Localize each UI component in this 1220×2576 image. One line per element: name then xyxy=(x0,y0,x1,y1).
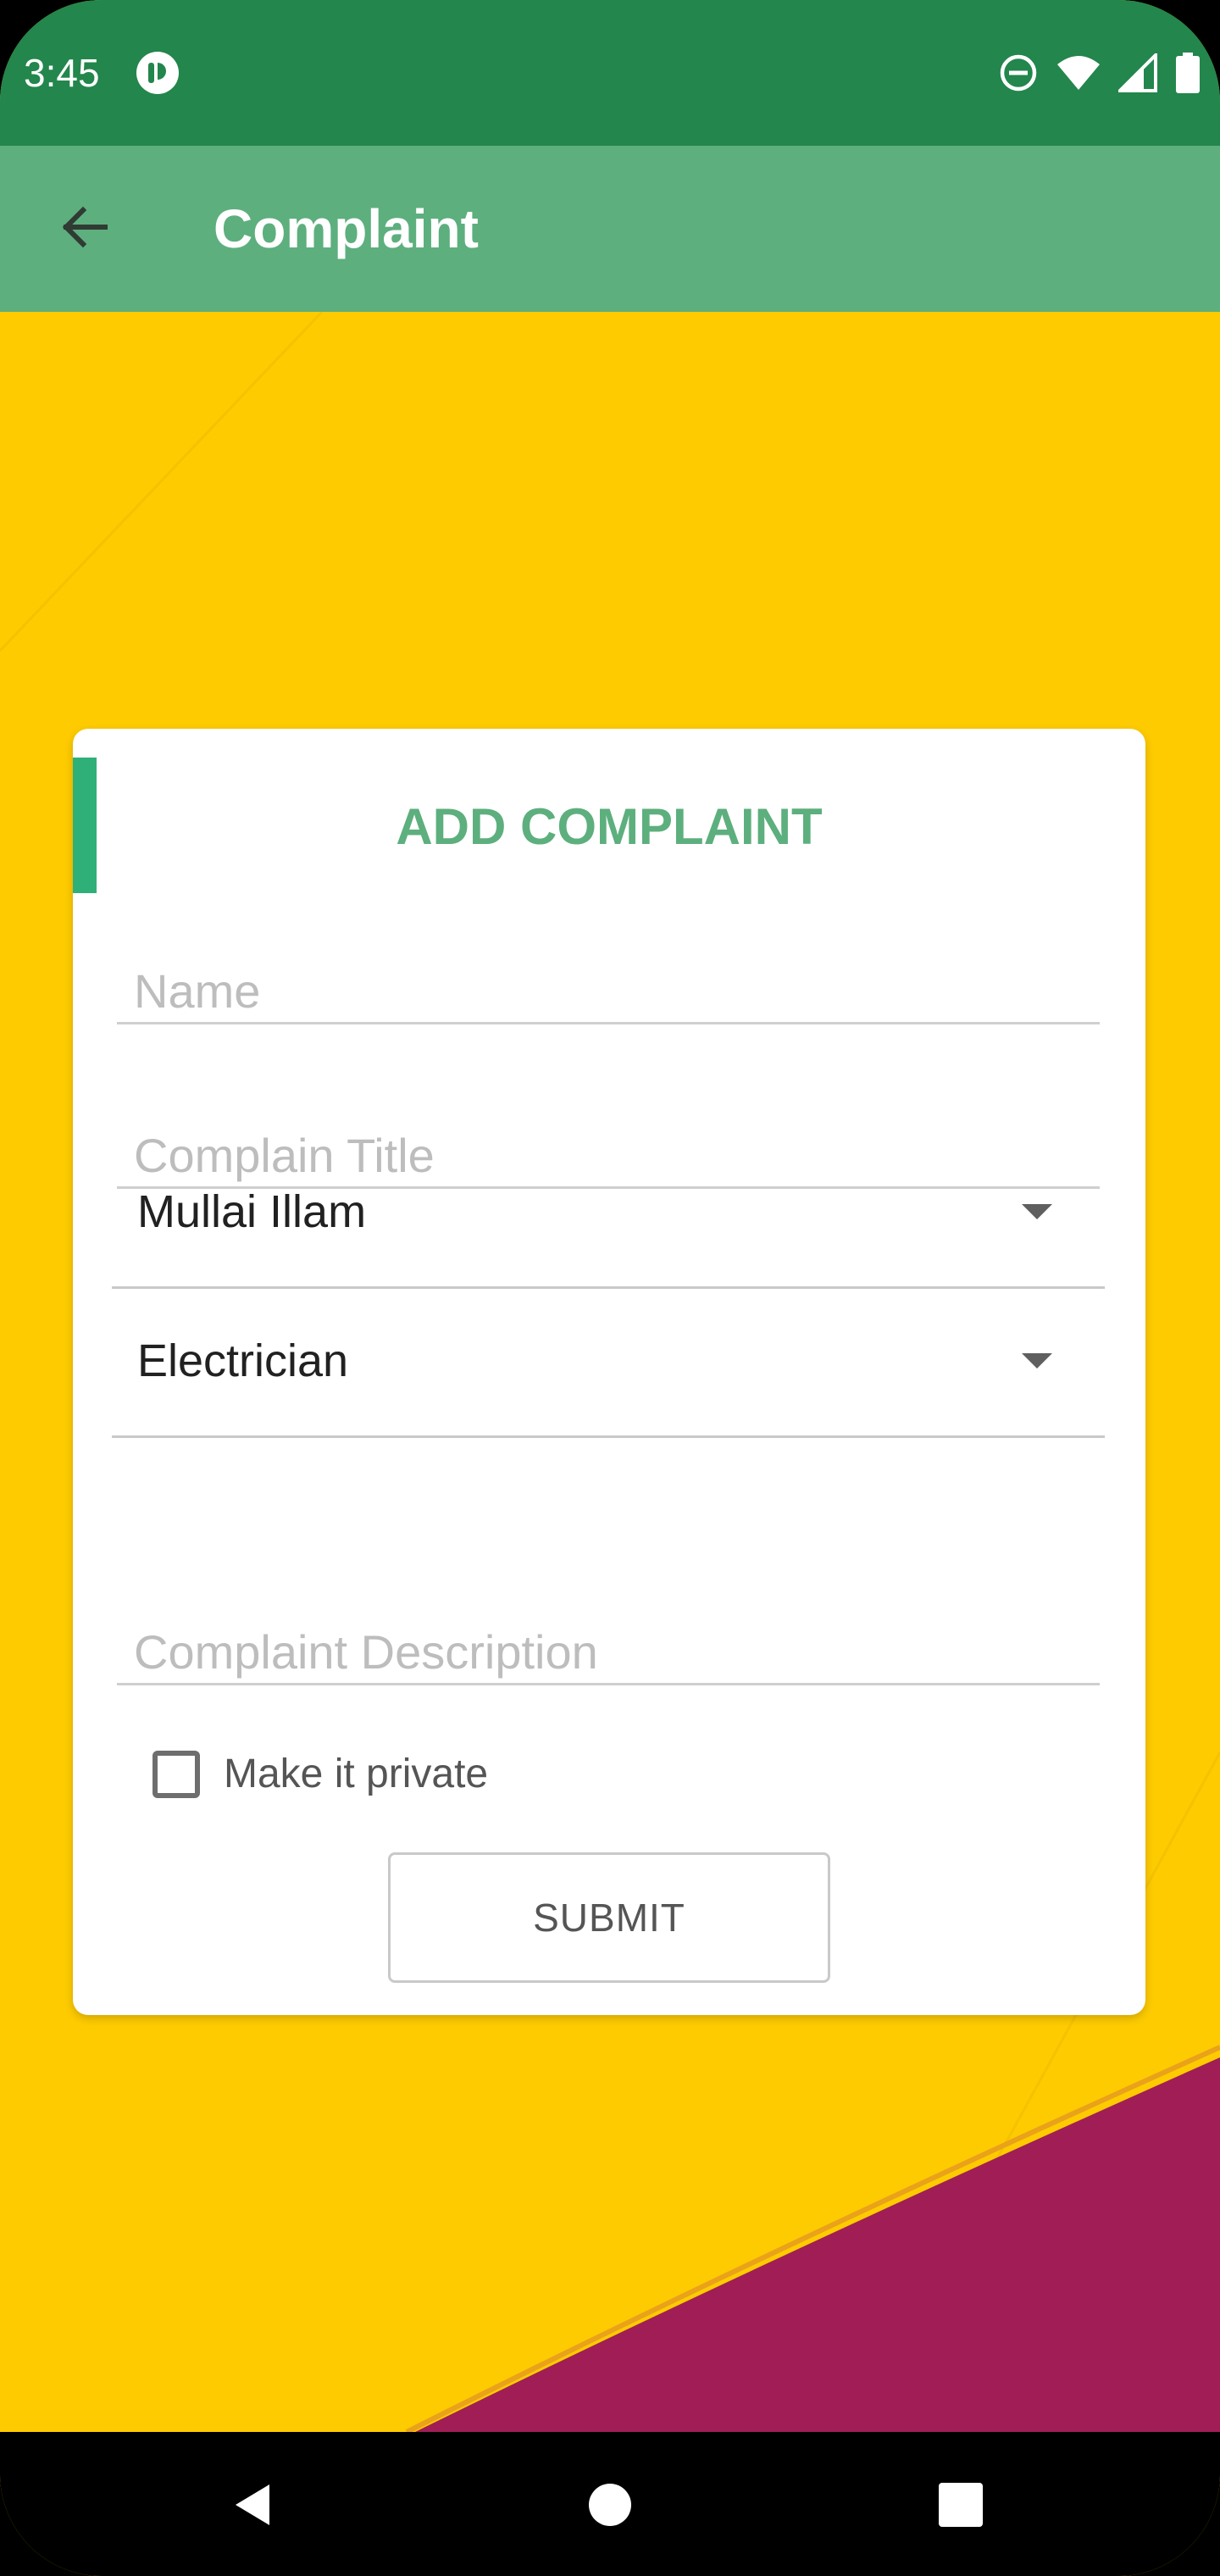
arrow-back-icon xyxy=(58,200,112,258)
submit-button[interactable]: SUBMIT xyxy=(388,1852,830,1983)
nav-back-button[interactable] xyxy=(214,2466,295,2547)
home-circle-icon xyxy=(586,2481,634,2533)
complaint-description-field xyxy=(117,1622,1100,1685)
status-time: 3:45 xyxy=(24,51,100,95)
app-bar: Complaint xyxy=(0,146,1220,312)
private-checkbox-row[interactable]: Make it private xyxy=(152,1744,488,1805)
back-button[interactable] xyxy=(44,188,125,269)
add-complaint-card: ADD COMPLAINT Mullai Illam Electrician M… xyxy=(73,729,1145,2015)
page-title: Complaint xyxy=(214,198,479,259)
private-checkbox-label: Make it private xyxy=(224,1752,489,1796)
recents-square-icon xyxy=(937,2481,984,2533)
wifi-icon xyxy=(1057,54,1100,92)
dropdown-arrow-icon xyxy=(1022,1204,1052,1219)
do-not-disturb-icon xyxy=(998,53,1039,93)
nav-recents-button[interactable] xyxy=(920,2466,1001,2547)
app-notification-icon xyxy=(136,51,180,95)
category-dropdown-value: Electrician xyxy=(137,1335,349,1386)
status-bar: 3:45 xyxy=(0,0,1220,146)
navigation-bar xyxy=(0,2432,1220,2576)
card-title: ADD COMPLAINT xyxy=(396,798,823,855)
dropdown-arrow-icon xyxy=(1022,1353,1052,1368)
private-checkbox[interactable] xyxy=(152,1751,200,1798)
location-dropdown-value: Mullai Illam xyxy=(137,1186,367,1237)
cellular-signal-icon xyxy=(1118,53,1157,92)
name-field xyxy=(117,961,1100,1024)
complaint-description-input[interactable] xyxy=(117,1622,1100,1683)
battery-icon xyxy=(1176,53,1200,93)
category-dropdown[interactable]: Electrician xyxy=(112,1286,1105,1438)
location-dropdown[interactable]: Mullai Illam xyxy=(112,1137,1105,1289)
nav-home-button[interactable] xyxy=(569,2466,651,2547)
back-triangle-icon xyxy=(230,2481,278,2533)
name-input[interactable] xyxy=(117,961,1100,1022)
status-icons xyxy=(998,51,1200,95)
screen: 3:45 Complaint ADD COMPLAINT Name Compla… xyxy=(0,0,1220,2576)
